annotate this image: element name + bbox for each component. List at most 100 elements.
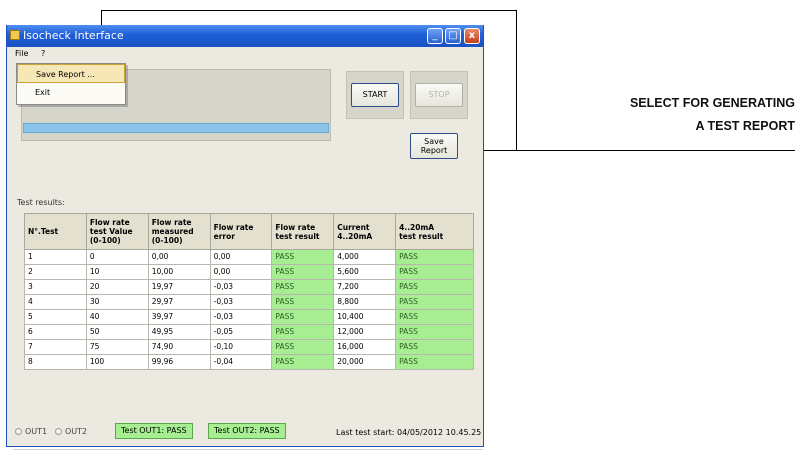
table-cell: 5,600 (333, 264, 397, 280)
result-cell: PASS (395, 309, 474, 325)
menu-item-exit[interactable]: Exit (17, 83, 125, 102)
result-cell: PASS (271, 264, 335, 280)
maximize-button[interactable]: □ (445, 28, 461, 44)
table-cell: 10 (85, 264, 149, 280)
save-report-button[interactable]: Save Report (410, 133, 458, 159)
column-header: Flow rate test result (271, 213, 335, 250)
column-header-line: (0-100) (151, 236, 183, 245)
title-bar[interactable]: Isocheck Interface _ □ x (7, 25, 483, 47)
table-cell: 2 (24, 264, 87, 280)
last-test-start: Last test start: 04/05/2012 10.45.25 (336, 428, 482, 437)
result-cell: PASS (395, 294, 474, 310)
callout-line-top (101, 10, 517, 11)
result-cell: PASS (271, 354, 335, 370)
result-cell: PASS (395, 264, 474, 280)
table-cell: 8 (24, 354, 87, 370)
callout-text: SELECT FOR GENERATING A TEST REPORT (630, 96, 795, 133)
close-button[interactable]: x (464, 28, 480, 44)
result-cell: PASS (271, 279, 335, 295)
table-cell: 0,00 (147, 249, 211, 265)
table-cell: 10,400 (333, 309, 397, 325)
column-header-line: test Value (89, 227, 133, 236)
table-cell: -0,04 (209, 354, 273, 370)
table-cell: 20,000 (333, 354, 397, 370)
table-cell: 40 (85, 309, 149, 325)
result-cell: PASS (395, 279, 474, 295)
table-cell: -0,10 (209, 339, 273, 355)
result-cell: PASS (395, 354, 474, 370)
table-row: 7 75 74,90 -0,10 PASS 16,000 PASS (24, 339, 474, 355)
table-row: 5 40 39,97 -0,03 PASS 10,400 PASS (24, 309, 474, 325)
menu-file[interactable]: File (15, 49, 28, 58)
table-cell: 16,000 (333, 339, 397, 355)
save-report-label-1: Save (424, 137, 444, 146)
table-cell: 30 (85, 294, 149, 310)
table-cell: 75 (85, 339, 149, 355)
table-row: 8 100 99,96 -0,04 PASS 20,000 PASS (24, 354, 474, 370)
table-row: 1 0 0,00 0,00 PASS 4,000 PASS (24, 249, 474, 265)
table-cell: 8,800 (333, 294, 397, 310)
table-cell: 1 (24, 249, 87, 265)
table-cell: 4,000 (333, 249, 397, 265)
table-cell: 5 (24, 309, 87, 325)
file-menu-dropdown: Save Report ... Exit (16, 63, 126, 105)
table-row: 6 50 49,95 -0,05 PASS 12,000 PASS (24, 324, 474, 340)
table-cell: 6 (24, 324, 87, 340)
column-header-line: Flow rate (151, 218, 192, 227)
column-header-line: test result (399, 231, 444, 241)
table-cell: 0 (85, 249, 149, 265)
result-cell: PASS (271, 309, 335, 325)
status-strip (13, 449, 483, 460)
table-cell: 0,00 (209, 249, 273, 265)
table-cell: 3 (24, 279, 87, 295)
menu-help[interactable]: ? (41, 49, 45, 58)
result-cell: PASS (271, 294, 335, 310)
menu-item-save-report[interactable]: Save Report ... (17, 64, 125, 83)
menu-bar: File ? (7, 47, 483, 61)
out1-radio-icon (15, 428, 22, 435)
table-row: 3 20 19,97 -0,03 PASS 7,200 PASS (24, 279, 474, 295)
table-cell: -0,03 (209, 309, 273, 325)
callout-line2: A TEST REPORT (695, 119, 795, 133)
table-cell: 7 (24, 339, 87, 355)
table-cell: 20 (85, 279, 149, 295)
table-cell: 100 (85, 354, 149, 370)
minimize-button[interactable]: _ (427, 28, 443, 44)
test-results-label: Test results: (17, 198, 65, 207)
table-row: 4 30 29,97 -0,03 PASS 8,800 PASS (24, 294, 474, 310)
test-out1-status: Test OUT1: PASS (115, 423, 193, 439)
table-cell: 7,200 (333, 279, 397, 295)
stop-button[interactable]: STOP (415, 83, 463, 107)
table-cell: 49,95 (147, 324, 211, 340)
out1-indicator[interactable]: OUT1 (15, 427, 47, 436)
column-header-line: Flow rate (275, 222, 316, 232)
out2-label: OUT2 (65, 427, 88, 436)
column-header-line: (0-100) (89, 236, 121, 245)
table-cell: 4 (24, 294, 87, 310)
callout-line1: SELECT FOR GENERATING (629, 96, 795, 110)
result-cell: PASS (271, 249, 335, 265)
table-header-row: N°.Test Flow rate test Value (0-100) Flow ra… (24, 213, 474, 250)
table-cell: 10,00 (147, 264, 211, 280)
table-cell: 74,90 (147, 339, 211, 355)
table-cell: 0,00 (209, 264, 273, 280)
result-cell: PASS (271, 339, 335, 355)
callout-line-to-save (460, 150, 795, 151)
column-header: 4..20mA test result (395, 213, 474, 250)
column-header: N°.Test (24, 213, 87, 250)
column-header-line: test result (275, 231, 320, 241)
table-cell: -0,03 (209, 279, 273, 295)
table-cell: -0,05 (209, 324, 273, 340)
column-header: Flow rate test Value (0-100) (85, 213, 149, 250)
out2-indicator[interactable]: OUT2 (55, 427, 87, 436)
table-cell: 19,97 (147, 279, 211, 295)
table-cell: 29,97 (147, 294, 211, 310)
table-row: 2 10 10,00 0,00 PASS 5,600 PASS (24, 264, 474, 280)
table-cell: -0,03 (209, 294, 273, 310)
column-header-line: measured (151, 227, 194, 236)
result-cell: PASS (395, 324, 474, 340)
table-cell: 99,96 (147, 354, 211, 370)
start-button[interactable]: START (351, 83, 399, 107)
result-cell: PASS (395, 249, 474, 265)
column-header-line: error (213, 231, 235, 241)
